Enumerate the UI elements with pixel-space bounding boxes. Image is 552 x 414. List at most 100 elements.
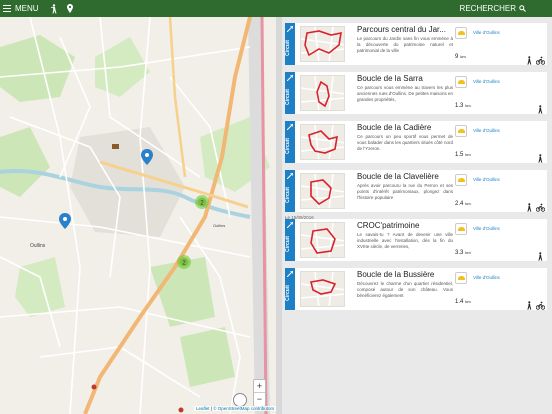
circuit-description: Ce parcours vous emmène au travers les p…: [357, 85, 453, 102]
cycling-icon: [535, 199, 546, 212]
search-button[interactable]: RECHERCHER: [460, 4, 526, 13]
cycling-icon: [535, 52, 546, 65]
circuit-distance: 1.3 km: [455, 103, 471, 109]
municipality-name: Ville d'Oullins: [473, 226, 500, 231]
circuit-card[interactable]: Circuit CROC'patrimoine Le savais-tu ? A…: [285, 219, 547, 261]
circuit-distance: 1.4 km: [455, 299, 471, 305]
municipality-logo: [455, 76, 467, 88]
place-label: Oullins: [213, 223, 225, 228]
park-area: [180, 327, 235, 387]
park-area: [0, 127, 50, 197]
circuit-title[interactable]: Boucle de la Bussière: [357, 270, 453, 279]
zoom-out-button[interactable]: −: [254, 393, 265, 406]
hamburger-icon: [3, 5, 11, 12]
circuit-tag: Circuit: [285, 219, 295, 261]
distance-unit: km: [465, 201, 471, 206]
circuit-tag-label: Circuit: [285, 138, 291, 154]
menu-button[interactable]: MENU: [0, 0, 39, 17]
distance-unit: km: [460, 54, 466, 59]
circuit-distance: 1.5 km: [455, 152, 471, 158]
hiker-icon[interactable]: [49, 0, 59, 17]
map-attribution: Leaflet | © OpenStreetMap contributors: [194, 406, 277, 411]
route-icon: [287, 222, 293, 228]
circuit-title[interactable]: Parcours central du Jar...: [357, 25, 453, 34]
cluster-marker[interactable]: 2: [177, 255, 191, 269]
circuit-tag: Circuit: [285, 23, 295, 65]
circuit-card[interactable]: Circuit Boucle de la Cadière Ce parcours…: [285, 121, 547, 163]
circuit-title[interactable]: Boucle de la Clavelière: [357, 172, 453, 181]
leaflet-link[interactable]: Leaflet: [196, 406, 210, 411]
municipality-logo: [455, 223, 467, 235]
circuit-distance: 3.3 km: [455, 250, 471, 256]
map-canvas[interactable]: 2 2 Oullins Oullins: [0, 17, 276, 414]
circuit-card[interactable]: Circuit Boucle de la Clavelière Après av…: [285, 170, 547, 212]
distance-value: 9: [455, 54, 459, 60]
circuit-title[interactable]: CROC'patrimoine: [357, 221, 453, 230]
osm-link[interactable]: © OpenStreetMap contributors: [213, 406, 274, 411]
municipality-logo: [455, 27, 467, 39]
municipality-logo: [455, 272, 467, 284]
distance-unit: km: [465, 299, 471, 304]
distance-value: 3.3: [455, 250, 464, 256]
circuit-card[interactable]: Circuit Boucle de la Sarra Ce parcours v…: [285, 72, 547, 114]
route-icon: [287, 173, 293, 179]
route-thumbnail[interactable]: [300, 173, 345, 209]
route-thumbnail[interactable]: [300, 75, 345, 111]
walking-icon: [525, 52, 533, 65]
circuit-tag: Circuit: [285, 170, 295, 212]
distance-value: 1.5: [455, 152, 464, 158]
poi-icon: [112, 144, 119, 149]
distance-value: 1.4: [455, 299, 464, 305]
municipality-name: Ville d'Oullins: [473, 128, 500, 133]
circuit-card[interactable]: Circuit Parcours central du Jar... Le pa…: [285, 23, 547, 65]
circuit-title[interactable]: Boucle de la Cadière: [357, 123, 453, 132]
distance-value: 2.4: [455, 201, 464, 207]
municipality-name: Ville d'Oullins: [473, 177, 500, 182]
route-thumbnail[interactable]: [300, 26, 345, 62]
place-label: Oullins: [30, 243, 46, 249]
distance-unit: km: [465, 250, 471, 255]
walking-icon: [536, 248, 544, 261]
walking-icon: [536, 101, 544, 114]
circuit-card[interactable]: Circuit Boucle de la Bussière Découvrez …: [285, 268, 547, 310]
park-area: [15, 257, 65, 317]
menu-label: MENU: [15, 4, 39, 13]
zoom-control: + −: [253, 379, 266, 407]
search-label: RECHERCHER: [459, 4, 516, 13]
map-view[interactable]: 2 2 Oullins Oullins + −: [0, 17, 276, 414]
municipality-logo: [455, 125, 467, 137]
circuit-distance: 2.4 km: [455, 201, 471, 207]
zoom-in-button[interactable]: +: [254, 380, 265, 393]
circuit-tag: Circuit: [285, 72, 295, 114]
municipality-name: Ville d'Oullins: [473, 79, 500, 84]
circuit-distance: 9 km: [455, 54, 466, 60]
search-icon: [519, 5, 526, 12]
circuit-tag-label: Circuit: [285, 285, 291, 301]
distance-unit: km: [465, 152, 471, 157]
route-thumbnail[interactable]: [300, 271, 345, 307]
circuit-tag-label: Circuit: [285, 187, 291, 203]
cluster-marker[interactable]: 2: [195, 195, 209, 209]
map-pin-marker[interactable]: [59, 213, 71, 229]
walking-icon: [536, 150, 544, 163]
route-thumbnail[interactable]: [300, 222, 345, 258]
poi-icon: [178, 407, 184, 413]
circuit-description: Après avoir parcouru la rue du Perron et…: [357, 183, 453, 200]
locate-button[interactable]: [233, 393, 247, 407]
map-pin-icon[interactable]: [65, 0, 75, 17]
walking-icon: [525, 297, 533, 310]
circuit-description: Ce parcours un peu sportif vous permet d…: [357, 134, 453, 151]
route-thumbnail[interactable]: [300, 124, 345, 160]
circuit-tag-label: Circuit: [285, 89, 291, 105]
circuit-description: Découvrez le charme d'un quartier réside…: [357, 281, 453, 298]
municipality-name: Ville d'Oullins: [473, 30, 500, 35]
municipality-name: Ville d'Oullins: [473, 275, 500, 280]
circuit-description: Le savais-tu ? Avant de devenir une vill…: [357, 232, 453, 249]
municipality-logo: [455, 174, 467, 186]
circuit-description: Le parcours du Jardin sans fin vous emmè…: [357, 36, 453, 53]
circuit-title[interactable]: Boucle de la Sarra: [357, 74, 453, 83]
circuit-tag: Circuit: [285, 268, 295, 310]
top-bar: MENU RECHERCHER: [0, 0, 552, 17]
cycling-icon: [535, 297, 546, 310]
walking-icon: [525, 199, 533, 212]
